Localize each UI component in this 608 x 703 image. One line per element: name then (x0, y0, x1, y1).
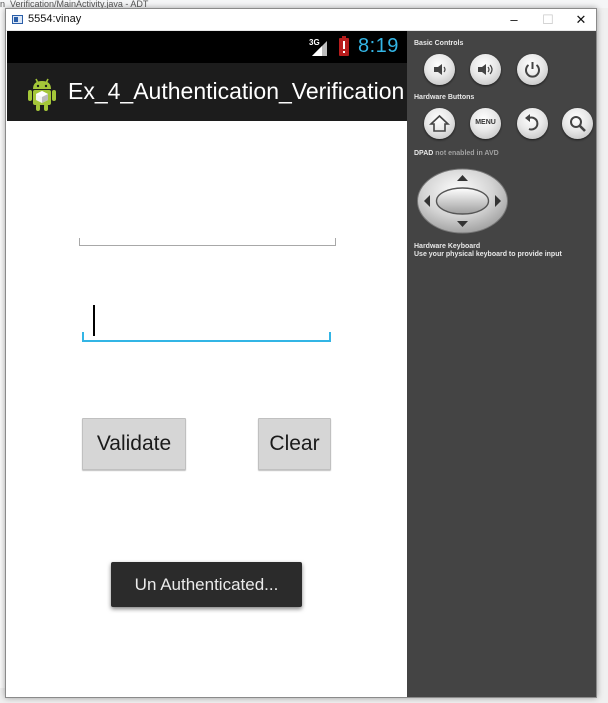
clear-button[interactable]: Clear (258, 418, 331, 470)
validate-button[interactable]: Validate (82, 418, 186, 470)
close-button[interactable]: ✕ (564, 9, 598, 31)
volume-up-button[interactable] (470, 54, 501, 85)
emulator-window: 5554:vinay – ☐ ✕ 3G 8:19 Ex_4_Authentica… (5, 8, 597, 698)
signal-indicator: 3G (309, 38, 327, 56)
basic-controls-label: Basic Controls (414, 40, 464, 47)
dpad-control[interactable] (416, 168, 509, 234)
volume-down-icon (434, 64, 446, 75)
signal-strength-icon (312, 41, 327, 56)
hardware-keyboard-title: Hardware Keyboard (414, 243, 481, 250)
battery-alert-icon (339, 36, 349, 56)
hardware-keyboard-note: Use your physical keyboard to provide in… (414, 251, 562, 258)
ide-title-fragment: n_Verification/MainActivity.java - ADT (0, 0, 608, 8)
window-title: 5554:vinay (28, 13, 82, 25)
menu-button[interactable]: MENU (470, 108, 501, 139)
device-screen: 3G 8:19 Ex_4_Authentication_Verification… (7, 31, 407, 697)
search-icon (570, 116, 586, 132)
toast-message: Un Authenticated... (111, 562, 302, 607)
power-icon (525, 62, 540, 78)
home-button[interactable] (424, 108, 455, 139)
android-app-icon (28, 78, 56, 111)
ide-right-edge (596, 8, 608, 703)
search-button[interactable] (562, 108, 593, 139)
emulator-app-icon (12, 15, 23, 24)
hardware-buttons-label: Hardware Buttons (414, 94, 475, 101)
minimize-button[interactable]: – (497, 9, 531, 31)
volume-down-button[interactable] (424, 54, 455, 85)
emulator-controls-panel: Basic Controls Hardware Buttons MENU DPA… (407, 31, 596, 697)
action-bar: Ex_4_Authentication_Verification (7, 63, 407, 121)
menu-icon: MENU (475, 119, 496, 126)
back-icon (525, 114, 539, 131)
password-field[interactable] (82, 332, 331, 342)
username-field[interactable] (79, 238, 336, 246)
text-cursor (93, 305, 95, 336)
back-button[interactable] (517, 108, 548, 139)
app-title: Ex_4_Authentication_Verification (68, 78, 405, 104)
status-clock: 8:19 (358, 35, 399, 57)
power-button[interactable] (517, 54, 548, 85)
window-titlebar[interactable]: 5554:vinay – ☐ ✕ (6, 9, 596, 31)
volume-up-icon (478, 64, 493, 75)
status-bar: 3G 8:19 (7, 31, 407, 63)
maximize-button[interactable]: ☐ (531, 9, 565, 31)
home-icon (428, 114, 451, 132)
dpad-label: DPAD not enabled in AVD (414, 150, 499, 157)
